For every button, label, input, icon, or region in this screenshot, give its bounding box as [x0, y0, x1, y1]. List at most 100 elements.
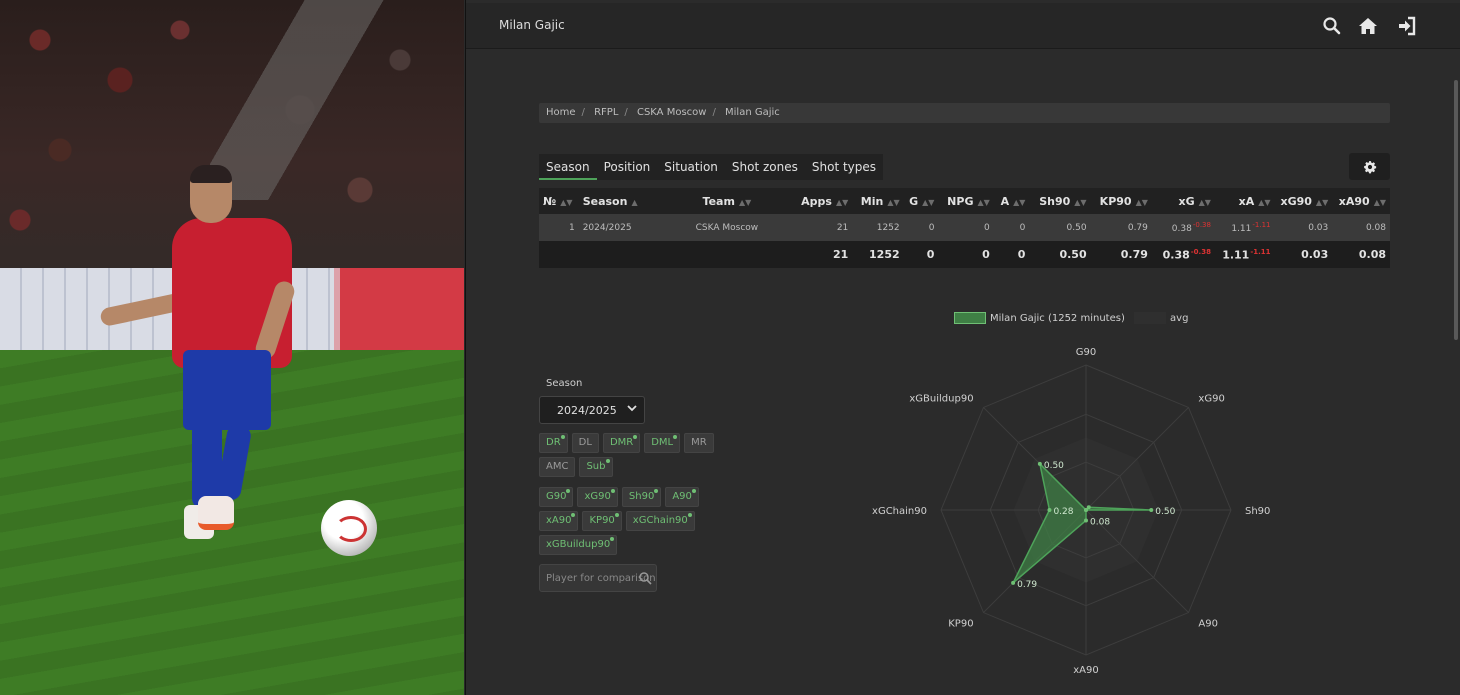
metric-chip-sh90[interactable]: Sh90	[621, 487, 662, 507]
player-hair	[190, 165, 232, 183]
total-xg90: 0.03	[1274, 241, 1333, 268]
tab-shot-zones[interactable]: Shot zones	[725, 154, 805, 180]
total-apps: 21	[797, 241, 853, 268]
cell-xa: 1.11-1.11	[1214, 214, 1275, 241]
breadcrumb-home[interactable]: Home	[546, 107, 576, 118]
position-filter: DR DL DMR DML MR AMC Sub	[539, 433, 729, 477]
cell-g: 0	[903, 214, 939, 241]
position-chip-dml[interactable]: DML	[644, 433, 681, 453]
page-title: Milan Gajic	[499, 18, 565, 32]
settings-button[interactable]	[1349, 153, 1390, 180]
cell-number: 1	[539, 214, 579, 241]
col-a[interactable]: A ▲▼	[993, 188, 1030, 214]
player-boot	[198, 496, 234, 530]
stats-app: Milan Gajic Home / RFPL / CSKA Moscow / Mil…	[465, 0, 1460, 695]
col-min[interactable]: Min ▲▼	[852, 188, 904, 214]
breadcrumb-league[interactable]: RFPL	[594, 107, 618, 118]
radar-point	[1011, 580, 1016, 585]
metric-chip-a90[interactable]: A90	[665, 487, 699, 507]
metric-chip-kp90[interactable]: KP90	[582, 511, 622, 531]
legend-player-swatch[interactable]	[954, 312, 986, 324]
cell-season: 2024/2025	[578, 214, 657, 241]
tab-situation[interactable]: Situation	[657, 154, 725, 180]
radar-axis-label: Sh90	[1245, 506, 1270, 517]
metric-filter: G90 xG90 Sh90 A90 xA90 KP90 xGChain90 xGBuildup…	[539, 487, 709, 555]
radar-value-label: 0.28	[1053, 507, 1073, 517]
total-xa90: 0.08	[1332, 241, 1390, 268]
col-xg90[interactable]: xG90 ▲▼	[1274, 188, 1333, 214]
position-chip-mr[interactable]: MR	[684, 433, 714, 453]
col-xa[interactable]: xA ▲▼	[1214, 188, 1275, 214]
position-chip-sub[interactable]: Sub	[579, 457, 613, 477]
season-filter-label: Season	[546, 378, 583, 389]
search-icon[interactable]	[1321, 15, 1343, 37]
table-header: № ▲▼ Season ▲ Team ▲▼ Apps ▲▼ Min ▲▼ G ▲▼ NPG ▲…	[539, 188, 1390, 214]
cell-team[interactable]: CSKA Moscow	[656, 214, 798, 241]
breadcrumb-team[interactable]: CSKA Moscow	[637, 107, 706, 118]
search-icon	[639, 572, 652, 585]
radar-value-label: 0.50	[1155, 507, 1175, 517]
breadcrumb: Home / RFPL / CSKA Moscow / Milan Gajic	[539, 103, 1390, 123]
total-xg: 0.38-0.38	[1151, 241, 1215, 268]
scrollbar[interactable]	[1454, 80, 1458, 340]
col-team[interactable]: Team ▲▼	[656, 188, 798, 214]
cell-a: 0	[993, 214, 1030, 241]
stadium-stairs	[210, 0, 410, 200]
position-chip-dr[interactable]: DR	[539, 433, 568, 453]
radar-point	[1037, 461, 1042, 466]
tab-position[interactable]: Position	[597, 154, 658, 180]
col-g[interactable]: G ▲▼	[903, 188, 939, 214]
radar-point	[1047, 508, 1052, 512]
col-season[interactable]: Season ▲	[578, 188, 657, 214]
col-xa90[interactable]: xA90 ▲▼	[1332, 188, 1390, 214]
home-icon[interactable]	[1357, 15, 1379, 37]
col-xg[interactable]: xG ▲▼	[1151, 188, 1215, 214]
football	[321, 500, 377, 556]
radar-chart: G90 xG90 Sh90 A90 xA90 KP90 xGChain90 xGBuildup…	[872, 347, 1270, 676]
radar-axis-label: xG90	[1198, 394, 1224, 405]
tab-shot-types[interactable]: Shot types	[805, 154, 883, 180]
radar-value-label: 0.08	[1090, 517, 1110, 527]
col-number[interactable]: № ▲▼	[539, 188, 579, 214]
legend-avg-label: avg	[1170, 313, 1189, 324]
breadcrumb-player: Milan Gajic	[725, 107, 780, 118]
col-sh90[interactable]: Sh90 ▲▼	[1029, 188, 1091, 214]
total-sh90: 0.50	[1029, 241, 1091, 268]
season-select-value: 2024/2025	[557, 404, 617, 417]
total-kp90: 0.79	[1090, 241, 1152, 268]
table-total-row: 21 1252 0 0 0 0.50 0.79 0.38-0.38 1.11-1…	[539, 241, 1390, 268]
col-apps[interactable]: Apps ▲▼	[797, 188, 853, 214]
metric-chip-xgbuildup90[interactable]: xGBuildup90	[539, 535, 618, 555]
total-g: 0	[903, 241, 939, 268]
chevron-down-icon	[627, 405, 637, 412]
radar-axis-label: A90	[1198, 618, 1218, 629]
radar-axis-label: xGChain90	[872, 506, 927, 517]
radar-point	[1084, 508, 1088, 512]
position-chip-amc[interactable]: AMC	[539, 457, 576, 477]
tab-season[interactable]: Season	[539, 154, 597, 180]
gear-icon	[1364, 161, 1377, 174]
total-xa: 1.11-1.11	[1214, 241, 1275, 268]
legend-avg-swatch[interactable]	[1134, 312, 1167, 324]
season-stats-table: № ▲▼ Season ▲ Team ▲▼ Apps ▲▼ Min ▲▼ G ▲▼ NPG ▲…	[539, 188, 1390, 268]
player-leg	[192, 395, 222, 510]
legend-player-label: Milan Gajic (1252 minutes)	[990, 313, 1125, 324]
metric-chip-g90[interactable]: G90	[539, 487, 574, 507]
position-chip-dl[interactable]: DL	[571, 433, 599, 453]
radar-point	[1084, 518, 1088, 523]
total-a: 0	[993, 241, 1030, 268]
season-select[interactable]: 2024/2025	[539, 396, 645, 424]
col-npg[interactable]: NPG ▲▼	[938, 188, 994, 214]
cell-xa90: 0.08	[1332, 214, 1390, 241]
radar-axis-label: G90	[1076, 347, 1096, 358]
metric-chip-xgchain90[interactable]: xGChain90	[625, 511, 695, 531]
metric-chip-xa90[interactable]: xA90	[539, 511, 579, 531]
sign-in-icon[interactable]	[1396, 15, 1418, 37]
player-compare-input[interactable]: Player for comparison	[539, 564, 657, 592]
cell-sh90: 0.50	[1029, 214, 1091, 241]
position-chip-dmr[interactable]: DMR	[602, 433, 641, 453]
metric-chip-xg90[interactable]: xG90	[577, 487, 618, 507]
total-min: 1252	[852, 241, 904, 268]
total-npg: 0	[938, 241, 994, 268]
col-kp90[interactable]: KP90 ▲▼	[1090, 188, 1152, 214]
